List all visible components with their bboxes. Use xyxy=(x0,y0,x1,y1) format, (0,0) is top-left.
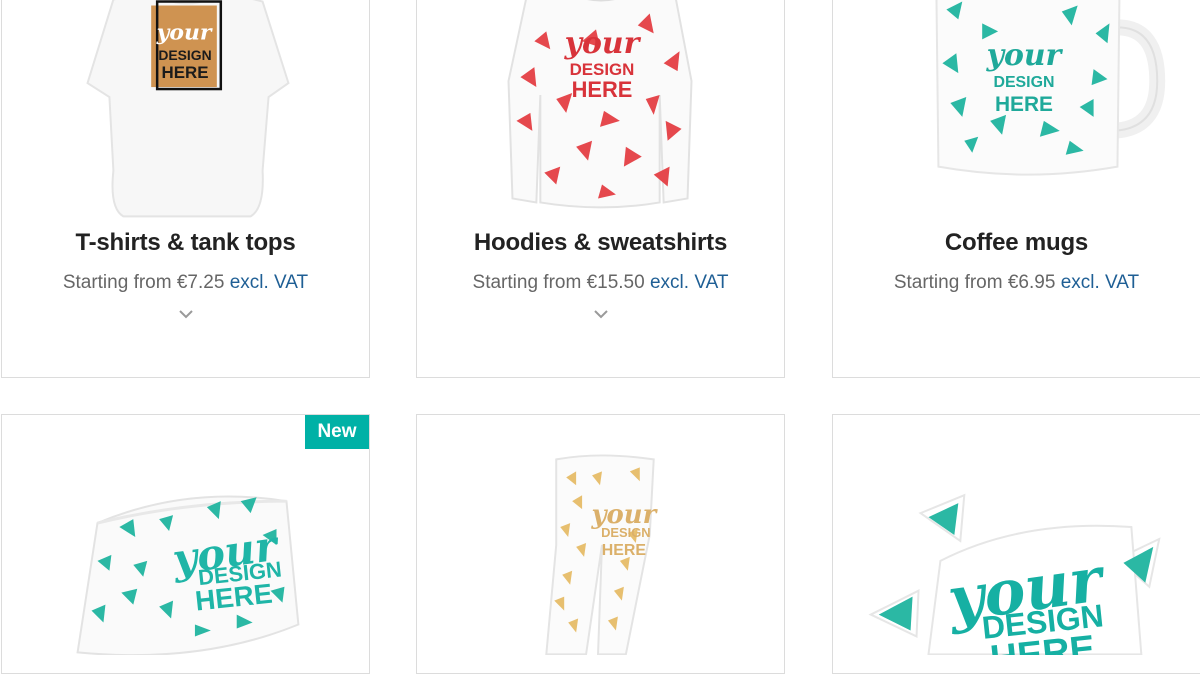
product-title[interactable]: Hoodies & sweatshirts xyxy=(417,229,784,257)
svg-text:HERE: HERE xyxy=(162,63,209,82)
chevron-down-icon[interactable] xyxy=(178,309,194,319)
leggings-mockup-image: your DESIGN HERE xyxy=(545,454,659,655)
chevron-down-icon[interactable] xyxy=(593,309,609,319)
sticker-mockup-image: your DESIGN HERE xyxy=(868,493,1161,655)
product-card-mugs[interactable]: your DESIGN HERE Coffee mugs Starting fr… xyxy=(832,0,1200,378)
svg-text:your: your xyxy=(986,38,1064,73)
svg-text:your: your xyxy=(156,19,213,45)
sweatshirt-mockup-image: your DESIGN HERE xyxy=(507,0,693,209)
vat-link[interactable]: excl. VAT xyxy=(650,272,728,293)
product-title[interactable]: Coffee mugs xyxy=(833,229,1200,257)
svg-text:HERE: HERE xyxy=(602,542,646,559)
product-card-neck-gaiter[interactable]: New your DESIGN HERE xyxy=(1,414,370,674)
product-price: Starting from €7.25 excl. VAT xyxy=(2,272,369,294)
vat-link[interactable]: excl. VAT xyxy=(230,272,308,293)
price-text: Starting from €15.50 xyxy=(472,272,645,293)
product-card-stickers[interactable]: your DESIGN HERE xyxy=(832,414,1200,674)
vat-link[interactable]: excl. VAT xyxy=(1061,272,1139,293)
product-card-leggings[interactable]: your DESIGN HERE xyxy=(416,414,785,674)
svg-text:your: your xyxy=(564,26,642,61)
svg-text:DESIGN: DESIGN xyxy=(601,525,650,540)
product-price: Starting from €6.95 excl. VAT xyxy=(833,272,1200,294)
svg-text:DESIGN: DESIGN xyxy=(993,74,1054,91)
svg-text:HERE: HERE xyxy=(995,93,1053,116)
svg-text:DESIGN: DESIGN xyxy=(158,47,211,63)
mug-mockup-image: your DESIGN HERE xyxy=(935,0,1166,176)
product-card-hoodies[interactable]: your DESIGN HERE Hoodies & sweatshirts S… xyxy=(416,0,785,378)
price-text: Starting from €7.25 xyxy=(62,272,225,293)
product-card-tshirts[interactable]: your DESIGN HERE T-shirts & tank tops St… xyxy=(1,0,370,378)
product-title[interactable]: T-shirts & tank tops xyxy=(2,229,369,257)
svg-text:HERE: HERE xyxy=(572,77,633,102)
product-price: Starting from €15.50 excl. VAT xyxy=(417,272,784,294)
price-text: Starting from €6.95 xyxy=(893,272,1056,293)
neck-gaiter-mockup-image: your DESIGN HERE xyxy=(76,495,300,655)
tshirt-mockup-image: your DESIGN HERE xyxy=(86,0,290,218)
